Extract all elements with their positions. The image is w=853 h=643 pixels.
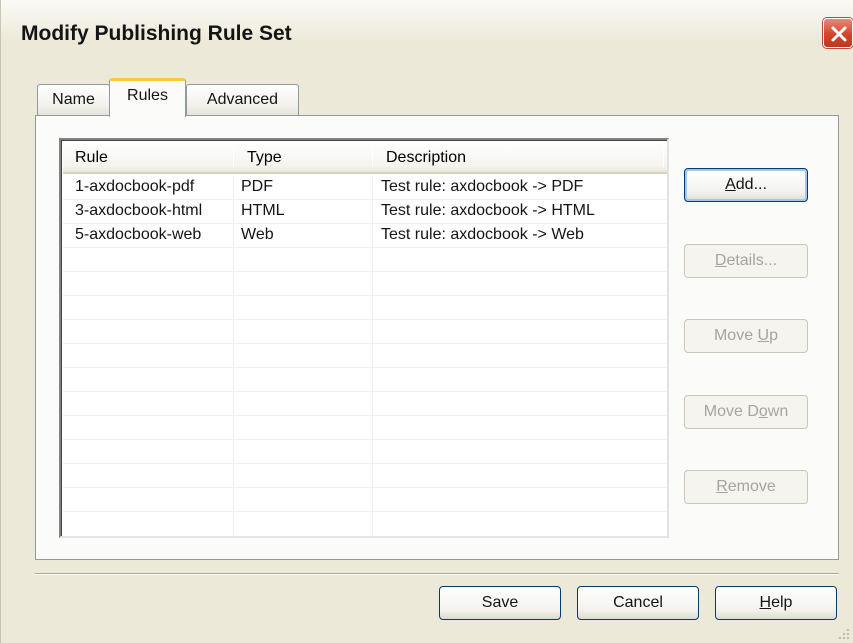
dialog-title: Modify Publishing Rule Set [21, 22, 292, 45]
rule-cell: 1-axdocbook-pdf [75, 178, 195, 195]
title-bar[interactable]: Modify Publishing Rule Set [1, 0, 853, 70]
save-button[interactable]: Save [439, 586, 561, 620]
cancel-label: Cancel [613, 594, 663, 611]
grid-row-line [63, 271, 667, 272]
grid-row-line [63, 415, 667, 416]
move-up-label-pre: Move [713, 327, 758, 344]
remove-mnemonic: R [716, 478, 728, 495]
grid-row-line [63, 511, 667, 512]
details-label-post: etails... [726, 252, 778, 269]
remove-label-post: emove [727, 478, 776, 495]
grid-row-line [63, 343, 667, 344]
rule-cell: 3-axdocbook-html [75, 202, 203, 219]
grid-row-line [63, 463, 667, 464]
table-row[interactable]: 5-axdocbook-web Web Test rule: axdocbook… [63, 224, 667, 247]
footer-separator [35, 573, 839, 575]
remove-button[interactable]: Remove [684, 470, 808, 504]
move-down-button[interactable]: Move Down [684, 395, 808, 429]
column-divider[interactable] [663, 148, 664, 168]
tab-rules[interactable]: Rules [109, 78, 186, 117]
add-button[interactable]: Add... [684, 168, 808, 202]
tab-advanced[interactable]: Advanced [186, 84, 299, 116]
description-cell: Test rule: axdocbook -> PDF [381, 178, 584, 195]
rules-list-body: 1-axdocbook-pdf PDF Test rule: axdocbook… [63, 176, 667, 536]
type-cell: PDF [241, 178, 273, 195]
move-up-mnemonic: U [757, 327, 770, 344]
save-label: Save [481, 594, 519, 611]
column-header-rule[interactable]: Rule [63, 142, 233, 172]
add-mnemonic: A [725, 176, 736, 193]
description-cell: Test rule: axdocbook -> Web [381, 226, 584, 243]
modify-publishing-rule-set-dialog: Modify Publishing Rule Set Name Rules Ad… [0, 0, 853, 643]
table-row[interactable]: 3-axdocbook-html HTML Test rule: axdocbo… [63, 200, 667, 223]
description-cell: Test rule: axdocbook -> HTML [381, 202, 595, 219]
type-cell: HTML [241, 202, 285, 219]
rules-list-view[interactable]: Rule Type Description 1-axdocbook-pdf PD… [59, 138, 669, 538]
cancel-button[interactable]: Cancel [577, 586, 699, 620]
tab-name[interactable]: Name [37, 84, 110, 116]
move-down-label-post: wn [767, 403, 789, 420]
column-divider[interactable] [372, 148, 373, 168]
tab-name-label: Name [52, 91, 95, 108]
column-header-description[interactable]: Description [374, 142, 664, 172]
help-mnemonic: H [759, 594, 772, 611]
column-divider[interactable] [233, 148, 234, 168]
column-header-description-label: Description [386, 149, 467, 166]
grid-row-line [63, 295, 667, 296]
tab-rules-label: Rules [127, 87, 168, 104]
column-header-type[interactable]: Type [235, 142, 373, 172]
details-mnemonic: D [714, 252, 727, 269]
grid-row-line [63, 487, 667, 488]
details-button[interactable]: Details... [684, 244, 808, 278]
close-icon [831, 26, 847, 42]
grid-row-line [63, 319, 667, 320]
help-label-post: elp [771, 594, 793, 611]
move-down-label-pre: Move D [703, 403, 759, 420]
move-up-label-post: p [769, 327, 779, 344]
move-down-mnemonic: o [758, 403, 768, 420]
grid-row-line [63, 439, 667, 440]
grid-row-line [63, 247, 667, 248]
type-cell: Web [241, 226, 274, 243]
grid-row-line [63, 367, 667, 368]
grid-row-line [63, 391, 667, 392]
help-button[interactable]: Help [715, 586, 837, 620]
rule-cell: 5-axdocbook-web [75, 226, 202, 243]
column-header-rule-label: Rule [75, 149, 108, 166]
resize-grip-icon[interactable] [838, 628, 850, 640]
column-header-type-label: Type [247, 149, 282, 166]
add-label-post: dd... [735, 176, 767, 193]
table-row[interactable]: 1-axdocbook-pdf PDF Test rule: axdocbook… [63, 176, 667, 199]
rules-list-header: Rule Type Description [63, 142, 667, 174]
move-up-button[interactable]: Move Up [684, 319, 808, 353]
tab-advanced-label: Advanced [206, 91, 279, 108]
close-button[interactable] [823, 18, 853, 48]
